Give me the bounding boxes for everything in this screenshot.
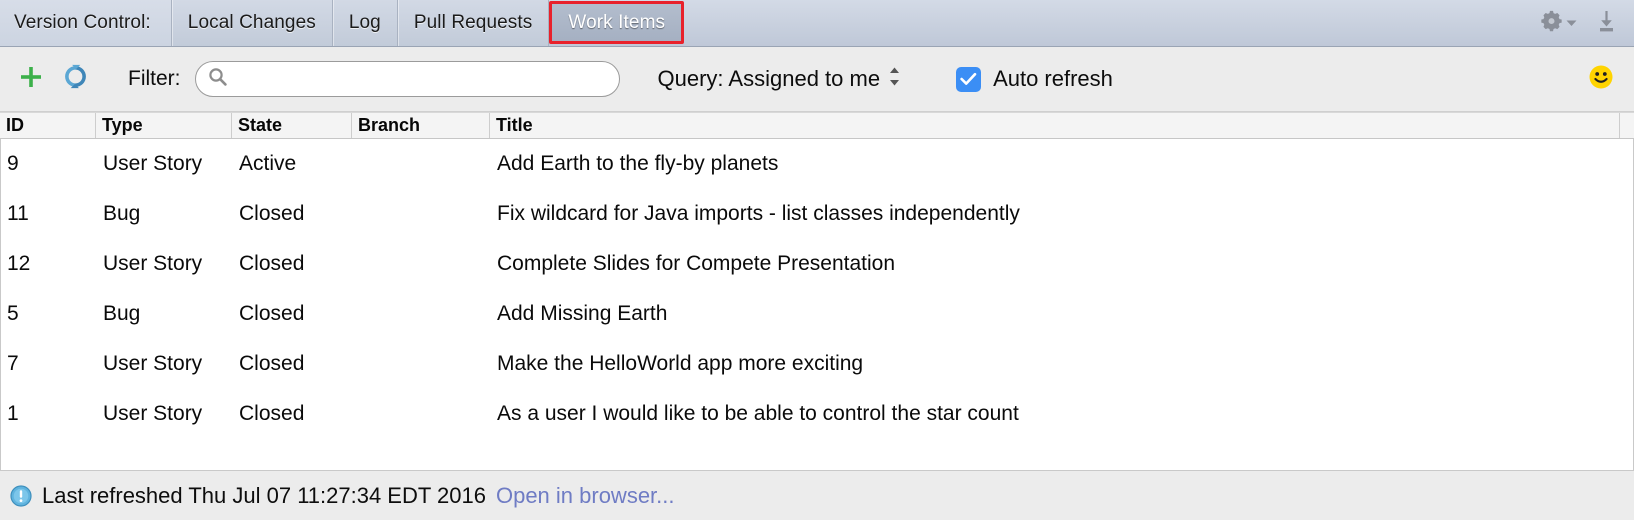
column-header-state[interactable]: State	[232, 113, 352, 138]
work-items-toolbar: Filter: Query: Assigned to me Auto refre…	[0, 47, 1634, 112]
column-header-type[interactable]: Type	[96, 113, 232, 138]
cell-id: 1	[7, 402, 19, 425]
table-row[interactable]: 11 Bug Closed Fix wildcard for Java imports…	[1, 189, 1633, 239]
smiley-face-icon	[1588, 64, 1614, 95]
tab-work-items[interactable]: Work Items	[549, 1, 685, 44]
tab-pull-requests[interactable]: Pull Requests	[397, 0, 550, 46]
add-work-item-button[interactable]	[14, 62, 48, 96]
query-label: Query: Assigned to me	[657, 66, 881, 91]
table-row[interactable]: 7 User Story Closed Make the HelloWorld app…	[1, 339, 1633, 389]
chevron-down-icon	[1566, 14, 1577, 32]
cell-type: User Story	[103, 402, 203, 425]
auto-refresh-checkbox[interactable]	[956, 66, 982, 92]
auto-refresh-toggle[interactable]: Auto refresh	[956, 66, 1113, 92]
cell-title: Make the HelloWorld app more exciting	[497, 352, 864, 375]
cell-type: User Story	[103, 252, 203, 275]
refresh-icon	[62, 63, 89, 95]
filter-search-wrap	[194, 61, 620, 97]
tab-log[interactable]: Log	[332, 0, 398, 46]
info-icon	[10, 484, 32, 507]
cell-state: Active	[239, 152, 297, 175]
hide-panel-button[interactable]	[1595, 9, 1618, 38]
cell-id: 12	[7, 252, 31, 275]
last-refreshed-text: Last refreshed Thu Jul 07 11:27:34 EDT 2…	[42, 482, 486, 508]
filter-label: Filter:	[128, 67, 181, 90]
cell-state: Closed	[239, 352, 305, 375]
cell-type: Bug	[103, 302, 141, 325]
column-header-title[interactable]: Title	[490, 113, 1620, 138]
tab-local-changes[interactable]: Local Changes	[171, 0, 333, 46]
cell-type: User Story	[103, 152, 203, 175]
cell-title: Fix wildcard for Java imports - list cla…	[497, 202, 1020, 225]
tab-bar-actions	[1540, 0, 1634, 46]
work-items-table: ID Type State Branch Title 9 User Story Active…	[0, 112, 1634, 470]
tab-bar-spacer	[684, 0, 1540, 46]
cell-title: As a user I would like to be able to con…	[497, 402, 1019, 425]
column-header-filler	[1620, 113, 1634, 138]
cell-state: Closed	[239, 402, 305, 425]
refresh-button[interactable]	[58, 62, 92, 96]
cell-title: Add Missing Earth	[497, 302, 668, 325]
table-row[interactable]: 5 Bug Closed Add Missing Earth	[1, 289, 1633, 339]
column-header-id[interactable]: ID	[0, 113, 96, 138]
table-row[interactable]: 9 User Story Active Add Earth to the fly-by…	[1, 139, 1633, 189]
tab-bar: Version Control: Local Changes Log Pull …	[0, 0, 1634, 47]
cell-id: 5	[7, 302, 19, 325]
cell-id: 9	[7, 152, 19, 175]
panel-title: Version Control:	[0, 0, 172, 46]
cell-title: Add Earth to the fly-by planets	[497, 152, 779, 175]
plus-icon	[18, 64, 44, 95]
filter-search-input[interactable]	[194, 61, 620, 97]
query-selector[interactable]: Query: Assigned to me	[658, 66, 902, 92]
cell-title: Complete Slides for Compete Presentation	[497, 252, 896, 275]
column-header-branch[interactable]: Branch	[352, 113, 490, 138]
work-items-panel: Version Control: Local Changes Log Pull …	[0, 0, 1634, 520]
updown-stepper-icon	[888, 66, 901, 92]
table-header-row: ID Type State Branch Title	[0, 112, 1634, 139]
open-in-browser-link[interactable]: Open in browser...	[496, 483, 675, 509]
cell-type: User Story	[103, 352, 203, 375]
cell-id: 7	[7, 352, 19, 375]
status-bar: Last refreshed Thu Jul 07 11:27:34 EDT 2…	[0, 470, 1634, 520]
cell-type: Bug	[103, 202, 141, 225]
cell-state: Closed	[239, 302, 305, 325]
cell-state: Closed	[239, 252, 305, 275]
table-body: 9 User Story Active Add Earth to the fly-by…	[0, 139, 1634, 470]
cell-id: 11	[7, 202, 29, 225]
settings-button[interactable]	[1540, 9, 1577, 37]
smiley-button[interactable]	[1588, 64, 1614, 95]
table-row[interactable]: 1 User Story Closed As a user I would like …	[1, 389, 1633, 439]
gear-icon	[1540, 9, 1563, 37]
table-row[interactable]: 12 User Story Closed Complete Slides for Co…	[1, 239, 1633, 289]
auto-refresh-label: Auto refresh	[993, 66, 1113, 91]
cell-state: Closed	[239, 202, 305, 225]
hide-panel-icon	[1595, 9, 1618, 38]
